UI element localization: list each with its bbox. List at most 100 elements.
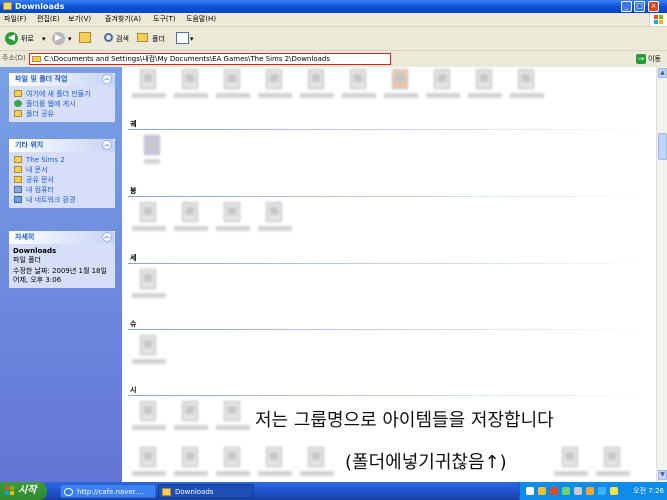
- details-modified: 수정한 날짜: 2009년 1월 18일 어제, 오후 3:06: [13, 267, 107, 284]
- close-button[interactable]: ×: [648, 1, 659, 12]
- tray-icon[interactable]: [550, 487, 558, 495]
- up-folder-icon[interactable]: [79, 32, 91, 43]
- menu-help[interactable]: 도움말(H): [186, 15, 216, 24]
- menu-file[interactable]: 파일(F): [4, 15, 26, 24]
- scroll-down-icon[interactable]: ▼: [658, 470, 667, 480]
- file-item[interactable]: [214, 445, 252, 482]
- menu-edit[interactable]: 편집(E): [37, 15, 60, 24]
- views-icon[interactable]: [176, 32, 189, 44]
- menu-tools[interactable]: 도구(T): [153, 15, 176, 24]
- place-my-computer[interactable]: 내 컴퓨터: [13, 185, 111, 195]
- forward-dropdown-icon[interactable]: ▾: [68, 35, 72, 44]
- group-label: 시: [130, 386, 137, 394]
- file-item[interactable]: [340, 67, 378, 107]
- file-item[interactable]: [130, 333, 168, 373]
- place-my-documents[interactable]: 내 문서: [13, 165, 111, 175]
- folder-icon: [14, 156, 22, 163]
- place-shared-documents[interactable]: 공유 문서: [13, 175, 111, 185]
- task-pane: 파일 및 폴더 작업 ︽ 여기에 새 폴더 만들기 폴더를 웹에 게시 폴더 공…: [0, 67, 122, 482]
- file-item[interactable]: [172, 399, 210, 439]
- search-icon[interactable]: [104, 33, 113, 42]
- file-item[interactable]: [594, 445, 632, 482]
- tray-icon[interactable]: [574, 487, 582, 495]
- menu-favorites[interactable]: 즐겨찾기(A): [105, 15, 141, 24]
- file-item[interactable]: [214, 399, 252, 439]
- search-button[interactable]: 검색: [116, 35, 129, 44]
- file-item[interactable]: [172, 200, 210, 240]
- new-folder-link[interactable]: 여기에 새 폴더 만들기: [13, 89, 111, 99]
- tray-icon[interactable]: [586, 487, 594, 495]
- share-folder-icon: [14, 110, 22, 117]
- views-dropdown-icon[interactable]: ▾: [190, 35, 194, 44]
- minimize-button[interactable]: _: [621, 1, 632, 12]
- file-item[interactable]: [130, 67, 168, 107]
- go-button[interactable]: 이동: [648, 55, 661, 64]
- file-item[interactable]: [256, 200, 294, 240]
- link-label: 내 컴퓨터: [26, 186, 54, 194]
- link-label: 내 네트워크 환경: [26, 196, 76, 204]
- tray-icon[interactable]: [538, 487, 546, 495]
- tray-icon[interactable]: [562, 487, 570, 495]
- panel-title: 파일 및 폴더 작업: [15, 75, 68, 83]
- file-item[interactable]: [130, 399, 168, 439]
- menu-bar: 파일(F) 편집(E) 보기(V) 즐겨찾기(A) 도구(T) 도움말(H): [0, 13, 667, 27]
- back-button-label[interactable]: 뒤로: [21, 35, 34, 44]
- file-item[interactable]: [214, 200, 252, 240]
- start-button[interactable]: 시작: [0, 482, 47, 500]
- file-item[interactable]: [134, 133, 172, 173]
- vertical-scrollbar[interactable]: ▲ ▼: [656, 67, 667, 482]
- back-dropdown-icon[interactable]: ▾: [42, 35, 46, 44]
- collapse-chevron-icon[interactable]: ︽: [102, 74, 112, 84]
- address-input[interactable]: C:\Documents and Settings\내컴\My Document…: [29, 53, 391, 65]
- file-item[interactable]: [552, 445, 590, 482]
- volume-icon[interactable]: [610, 487, 618, 495]
- address-label: 주소(D): [2, 54, 26, 62]
- collapse-chevron-icon[interactable]: ︽: [102, 232, 112, 242]
- group-header: 시: [128, 386, 652, 396]
- maximize-button[interactable]: □: [634, 1, 645, 12]
- tray-icon[interactable]: [526, 487, 534, 495]
- go-arrow-icon[interactable]: →: [636, 54, 646, 64]
- place-the-sims-2[interactable]: The Sims 2: [13, 155, 111, 165]
- file-item[interactable]: [298, 67, 336, 107]
- link-label: 폴더를 웹에 게시: [26, 100, 76, 108]
- collapse-chevron-icon[interactable]: ︽: [102, 140, 112, 150]
- file-item[interactable]: [466, 67, 504, 107]
- back-arrow-icon[interactable]: ◀: [5, 32, 18, 45]
- folders-icon[interactable]: [137, 33, 148, 42]
- menu-view[interactable]: 보기(V): [68, 15, 91, 24]
- file-folder-tasks-header[interactable]: 파일 및 폴더 작업 ︽: [9, 73, 115, 86]
- file-item[interactable]: [130, 445, 168, 482]
- file-item[interactable]: [172, 67, 210, 107]
- annotation-text-line2: (폴더에넣기귀찮음↑): [345, 452, 507, 473]
- taskbar-item-downloads[interactable]: Downloads: [158, 484, 254, 498]
- address-value: C:\Documents and Settings\내컴\My Document…: [44, 55, 330, 63]
- group-label: 세: [130, 254, 137, 262]
- file-item[interactable]: [130, 200, 168, 240]
- file-item[interactable]: [172, 445, 210, 482]
- link-label: 폴더 공유: [26, 110, 54, 118]
- file-item[interactable]: [256, 445, 294, 482]
- taskbar-item-browser[interactable]: http://cafe.naver....: [60, 484, 156, 498]
- link-label: 여기에 새 폴더 만들기: [26, 90, 91, 98]
- publish-web-link[interactable]: 폴더를 웹에 게시: [13, 99, 111, 109]
- file-item[interactable]: [130, 267, 168, 307]
- file-item[interactable]: [214, 67, 252, 107]
- browser-icon: [64, 488, 73, 496]
- system-tray: 오전 7:26: [519, 482, 667, 500]
- details-header[interactable]: 자세히 ︽: [9, 231, 115, 244]
- share-folder-link[interactable]: 폴더 공유: [13, 109, 111, 119]
- file-item[interactable]: [382, 67, 420, 107]
- file-item[interactable]: [508, 67, 546, 107]
- place-my-network[interactable]: 내 네트워크 환경: [13, 195, 111, 205]
- file-item[interactable]: [298, 445, 336, 482]
- scroll-thumb[interactable]: [658, 133, 667, 160]
- file-item[interactable]: [256, 67, 294, 107]
- file-item[interactable]: [424, 67, 462, 107]
- folders-button[interactable]: 폴더: [152, 35, 165, 44]
- clock[interactable]: 오전 7:26: [633, 486, 664, 496]
- other-places-header[interactable]: 기타 위치 ︽: [9, 139, 115, 152]
- tray-icon[interactable]: [598, 487, 606, 495]
- scroll-up-icon[interactable]: ▲: [658, 68, 667, 78]
- forward-arrow-icon[interactable]: ▶: [52, 32, 65, 45]
